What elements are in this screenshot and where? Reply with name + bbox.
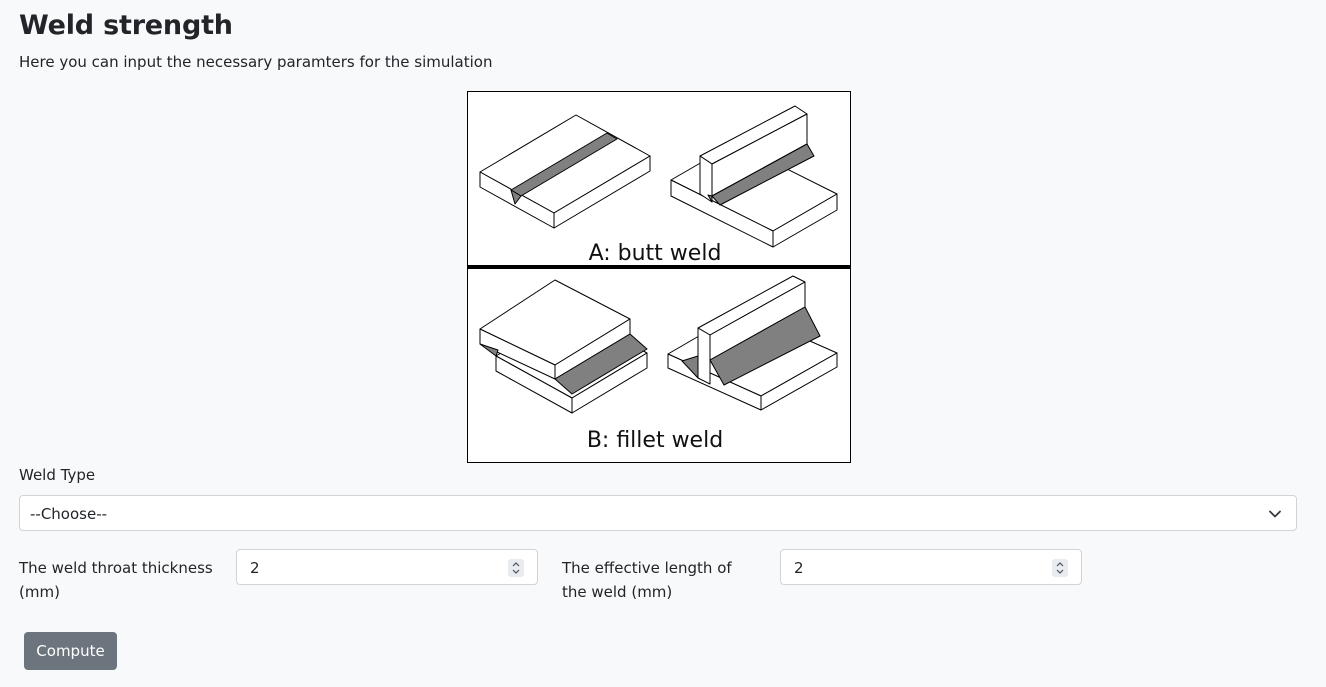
throat-thickness-input[interactable]: 2 [236, 549, 538, 585]
weld-types-illustration: A: butt weld B: fillet weld [468, 105, 850, 453]
page: Weld strength Here you can input the nec… [0, 0, 1326, 687]
compute-button[interactable]: Compute [24, 632, 117, 670]
effective-length-label-line2: the weld (mm) [562, 583, 673, 601]
up-down-spinner-icon[interactable] [1052, 559, 1068, 577]
weld-type-label: Weld Type [19, 466, 96, 484]
butt-weld-tee-drawing [670, 105, 838, 248]
throat-thickness-label-line2: (mm) [19, 583, 60, 601]
effective-length-value: 2 [794, 559, 804, 577]
fillet-weld-tee-drawing [667, 275, 838, 411]
fillet-weld-lap-drawing [479, 279, 648, 414]
page-subtitle: Here you can input the necessary paramte… [19, 53, 493, 71]
effective-length-label-line1: The effective length of [562, 559, 732, 577]
weld-type-selected-value: --Choose-- [30, 505, 108, 523]
throat-thickness-label-line1: The weld throat thickness [19, 559, 213, 577]
throat-thickness-label: The weld throat thickness (mm) [19, 556, 213, 604]
page-title: Weld strength [19, 10, 233, 41]
weld-types-figure: A: butt weld B: fillet weld [467, 91, 851, 463]
butt-weld-flat-drawing [479, 114, 651, 229]
chevron-down-icon [1268, 506, 1282, 520]
throat-thickness-value: 2 [250, 559, 260, 577]
effective-length-label: The effective length of the weld (mm) [562, 556, 732, 604]
weld-type-select[interactable]: --Choose-- [19, 495, 1297, 531]
effective-length-input[interactable]: 2 [780, 549, 1082, 585]
butt-weld-caption: A: butt weld [589, 241, 722, 266]
up-down-spinner-icon[interactable] [508, 559, 524, 577]
fillet-weld-caption: B: fillet weld [587, 428, 723, 453]
